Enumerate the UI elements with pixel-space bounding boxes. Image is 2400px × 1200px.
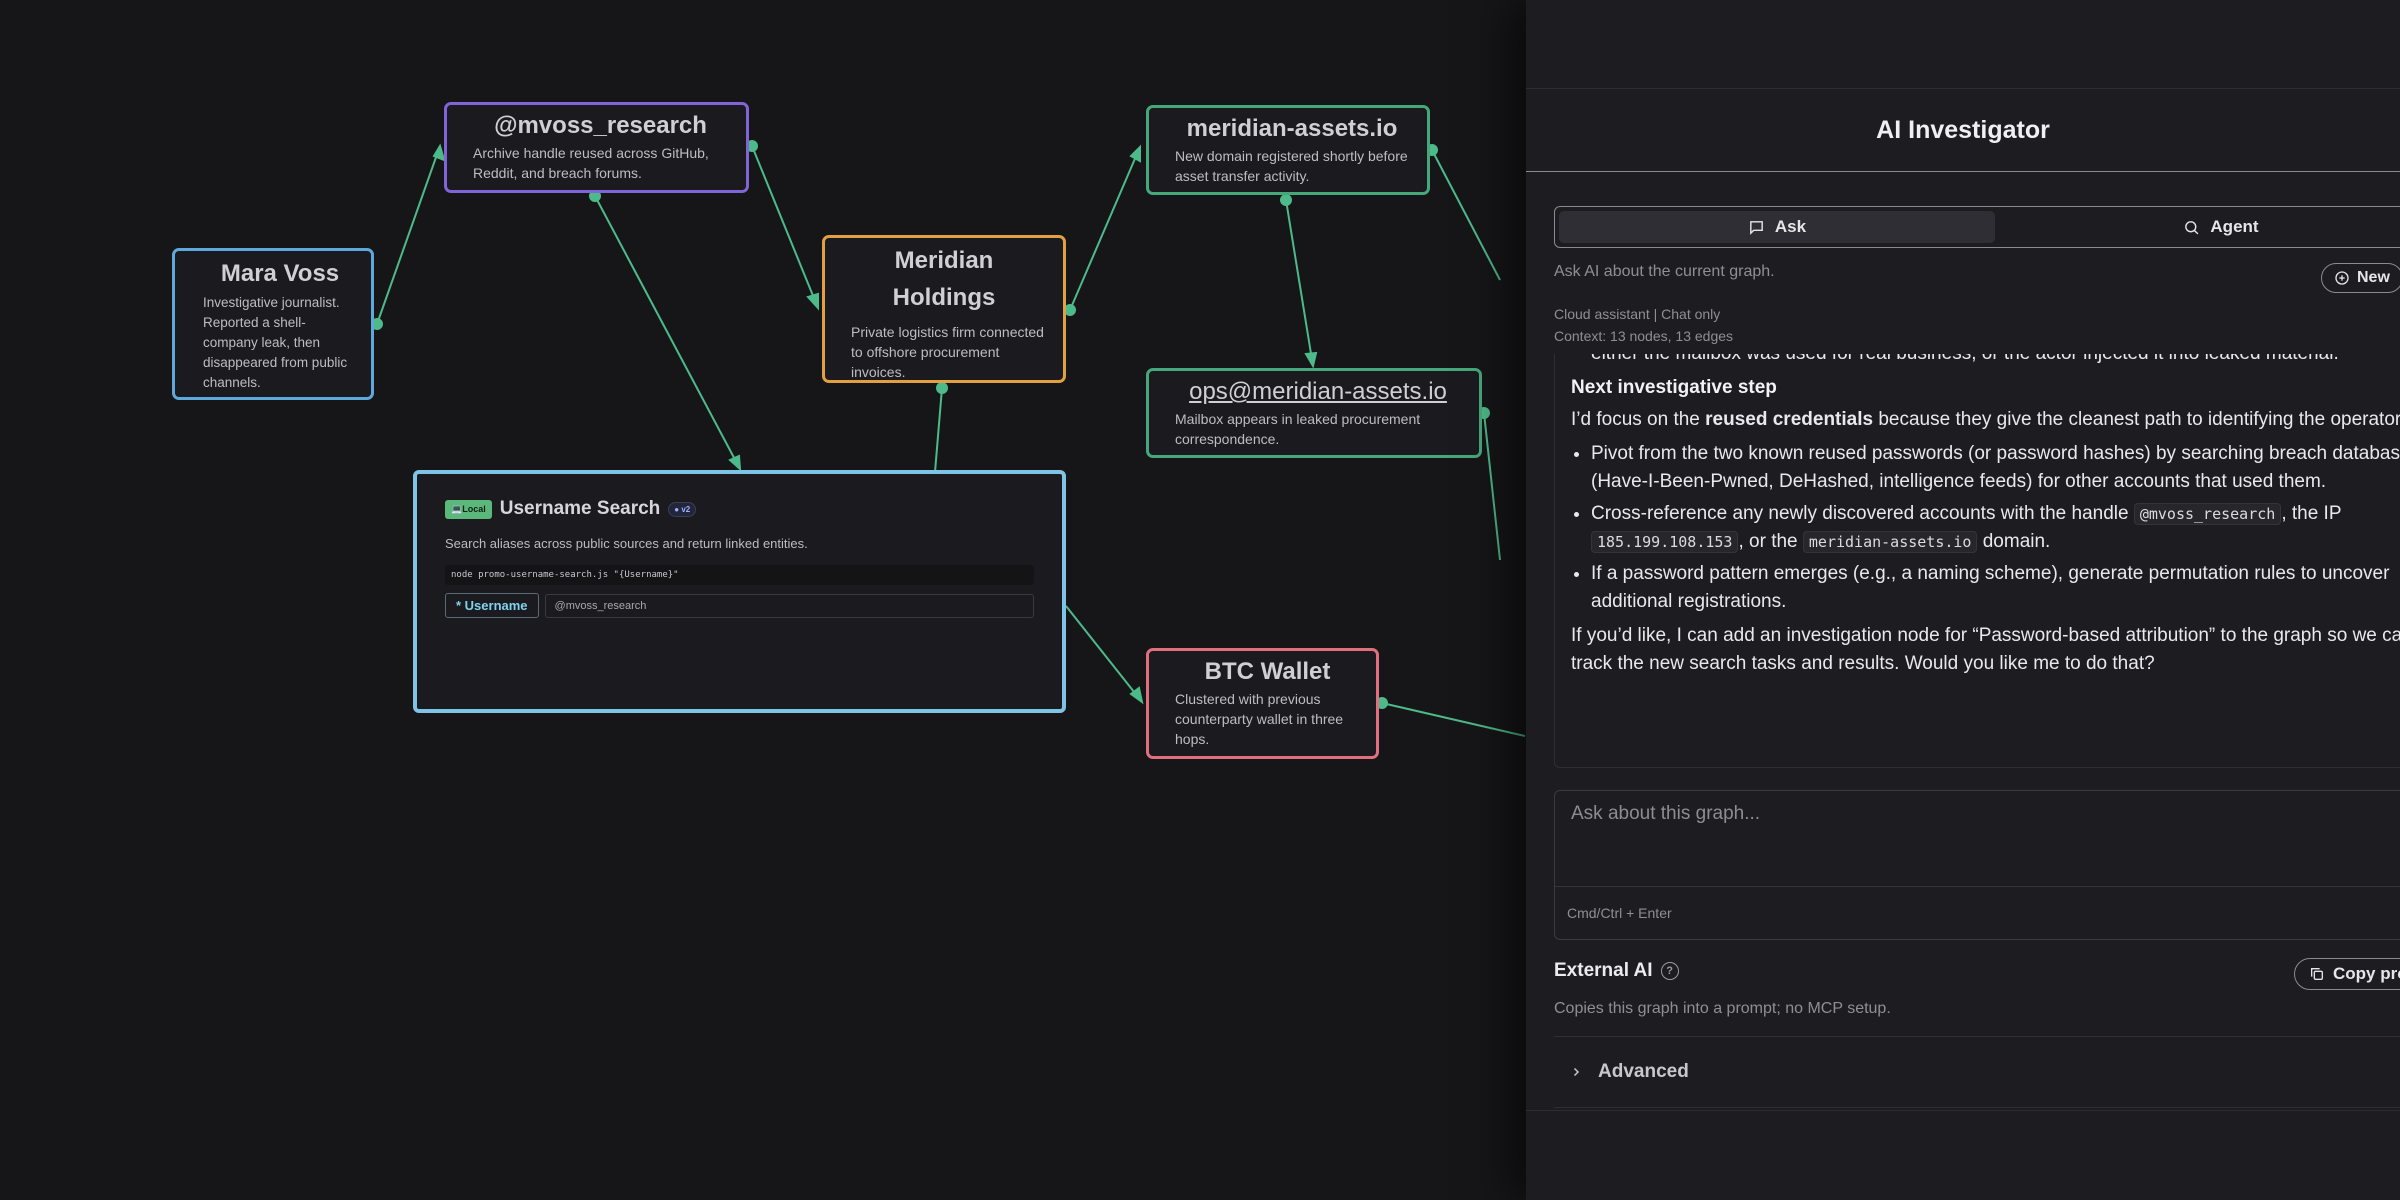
node-title: ops@meridian-assets.io: [1189, 378, 1447, 405]
chat-partial-text: either the mailbox was used for real bus…: [1591, 354, 2339, 364]
search-icon: [2185, 220, 2199, 234]
edge-domain-ops: [1285, 199, 1314, 367]
inline-code: meridian-assets.io: [1802, 531, 1978, 553]
node-title: meridian-assets.io: [1186, 115, 1398, 142]
version-badge-label: v2: [681, 504, 691, 514]
tab-agent[interactable]: Agent: [2003, 211, 2400, 243]
ask-hint: Ask AI about the current graph.: [1554, 263, 1775, 280]
tab-ask-label: Ask: [1774, 217, 1807, 236]
node-title: BTC Wallet: [1204, 658, 1331, 685]
tool-node-username-search[interactable]: 💻Local Username Search ● v2 Search alias…: [413, 470, 1066, 713]
edge-arrow: [728, 454, 742, 472]
edge-mara-mvoss: [376, 145, 441, 325]
node-title: Meridian Holdings: [892, 247, 996, 311]
edge-port: [936, 382, 948, 394]
tool-header: 💻Local Username Search ● v2: [445, 498, 1034, 520]
username-param-label: * Username: [445, 593, 539, 618]
tool-param-row: * Username @mvoss_research: [445, 593, 1034, 618]
edge-port: [1280, 194, 1292, 206]
node-description: Archive handle reused across GitHub, Red…: [473, 145, 709, 181]
tool-title: Username Search: [499, 498, 661, 519]
external-ai-title: External AI: [1554, 960, 1653, 981]
mode-switch: Ask Agent: [1554, 206, 2400, 248]
chat-input[interactable]: [1555, 791, 2400, 887]
chat-intro: I’d focus on the reused credentials beca…: [1571, 406, 2400, 434]
edge-ops-offscreen: [1483, 412, 1501, 561]
edge-meridian-tool: [934, 387, 943, 473]
new-chat-label: New: [2357, 269, 2390, 286]
graph-canvas[interactable]: Mara Voss Investigative journalist. Repo…: [0, 0, 1530, 1200]
edge-arrow: [1129, 144, 1141, 163]
bullet-text: domain.: [1977, 531, 2051, 552]
intro-text-end: because they give the cleanest path to i…: [1873, 409, 2400, 430]
edge-mvoss-meridian: [751, 145, 819, 309]
panel-footer: [1526, 1110, 2400, 1200]
copy-prompt-button[interactable]: Copy pro: [2294, 958, 2400, 990]
chat-composer: Cmd/Ctrl + Enter: [1554, 790, 2400, 940]
node-mara-voss[interactable]: Mara Voss Investigative journalist. Repo…: [172, 248, 374, 400]
intro-text: I’d focus on the: [1571, 409, 1706, 430]
node-description: New domain registered shortly before ass…: [1175, 148, 1408, 184]
intro-bold: reused credentials: [1705, 409, 1874, 430]
help-icon[interactable]: ?: [1660, 962, 1679, 980]
panel-topbar: [1526, 0, 2400, 89]
external-ai-description: Copies this graph into a prompt; no MCP …: [1554, 1000, 1891, 1017]
external-ai-heading: External AI ?: [1554, 960, 1679, 982]
node-meridian-holdings[interactable]: Meridian Holdings Private logistics firm…: [822, 235, 1066, 383]
edge-port: [1064, 304, 1076, 316]
local-badge: 💻Local: [445, 499, 492, 519]
copy-icon: [2311, 968, 2323, 980]
list-item: Pivot from the two known reused password…: [1591, 440, 2400, 496]
chat-closing: If you’d like, I can add an investigatio…: [1571, 625, 2400, 674]
node-description: Mailbox appears in leaked procurement co…: [1175, 411, 1421, 447]
list-item: If a password pattern emerges (e.g., a n…: [1591, 560, 2400, 616]
send-shortcut-hint: Cmd/Ctrl + Enter: [1567, 905, 1672, 921]
tool-description: Search aliases across public sources and…: [445, 536, 808, 551]
edge-tool-btc: [1065, 605, 1143, 703]
edge-meridian-domain: [1069, 146, 1141, 311]
bullet-text: , or the: [1738, 531, 1803, 552]
node-ops-mailbox[interactable]: ops@meridian-assets.io Mailbox appears i…: [1146, 368, 1482, 458]
bullet-text: , the IP: [2281, 503, 2342, 524]
inline-code: @mvoss_research: [2133, 503, 2282, 525]
new-chat-button[interactable]: New: [2321, 263, 2400, 293]
context-info: Context: 13 nodes, 13 edges: [1554, 328, 1734, 344]
advanced-label: Advanced: [1598, 1061, 1689, 1082]
node-description: Private logistics firm connected to offs…: [851, 324, 1044, 380]
inline-code: 185.199.108.153: [1591, 531, 1739, 553]
chat-steps-list: Pivot from the two known reused password…: [1571, 440, 2400, 616]
version-badge: ● v2: [668, 501, 697, 517]
chevron-right-icon: [1573, 1067, 1580, 1077]
tab-agent-label: Agent: [2210, 217, 2259, 236]
chat-bubble-icon: [1750, 220, 1763, 235]
node-description: Investigative journalist. Reported a she…: [203, 295, 348, 390]
node-meridian-assets-domain[interactable]: meridian-assets.io New domain registered…: [1146, 105, 1430, 195]
edge-btc-offscreen: [1381, 702, 1526, 737]
tool-command: node promo-username-search.js "{Username…: [445, 565, 1034, 585]
node-description: Clustered with previous counterparty wal…: [1175, 691, 1344, 747]
tab-ask[interactable]: Ask: [1559, 211, 1995, 243]
edge-domain-offscreen: [1431, 149, 1501, 281]
chat-heading: Next investigative step: [1571, 377, 1777, 398]
chat-partial-line: either the mailbox was used for real bus…: [1591, 354, 2400, 368]
copy-prompt-label: Copy pro: [2333, 964, 2400, 983]
advanced-section-toggle[interactable]: Advanced: [1554, 1036, 2400, 1108]
list-item: Cross-reference any newly discovered acc…: [1591, 500, 2400, 556]
node-title: Mara Voss: [220, 260, 340, 287]
edge-mvoss-tool: [594, 195, 741, 470]
edge-arrow: [1304, 351, 1318, 369]
assistant-info: Cloud assistant | Chat only: [1554, 306, 1721, 322]
node-title: @mvoss_research: [494, 112, 707, 139]
node-btc-wallet[interactable]: BTC Wallet Clustered with previous count…: [1146, 648, 1379, 759]
username-param-input[interactable]: @mvoss_research: [544, 593, 1034, 618]
chat-transcript[interactable]: either the mailbox was used for real bus…: [1554, 354, 2400, 768]
ai-investigator-panel: AI Investigator Ask Agent Ask AI about t…: [1526, 0, 2400, 1200]
panel-title: AI Investigator: [1526, 89, 2400, 172]
edge-arrow: [806, 292, 819, 311]
node-mvoss-research[interactable]: @mvoss_research Archive handle reused ac…: [444, 102, 749, 193]
bullet-text: Cross-reference any newly discovered acc…: [1591, 503, 2134, 524]
plus-circle-icon: [2335, 271, 2349, 285]
local-badge-label: Local: [462, 503, 486, 514]
